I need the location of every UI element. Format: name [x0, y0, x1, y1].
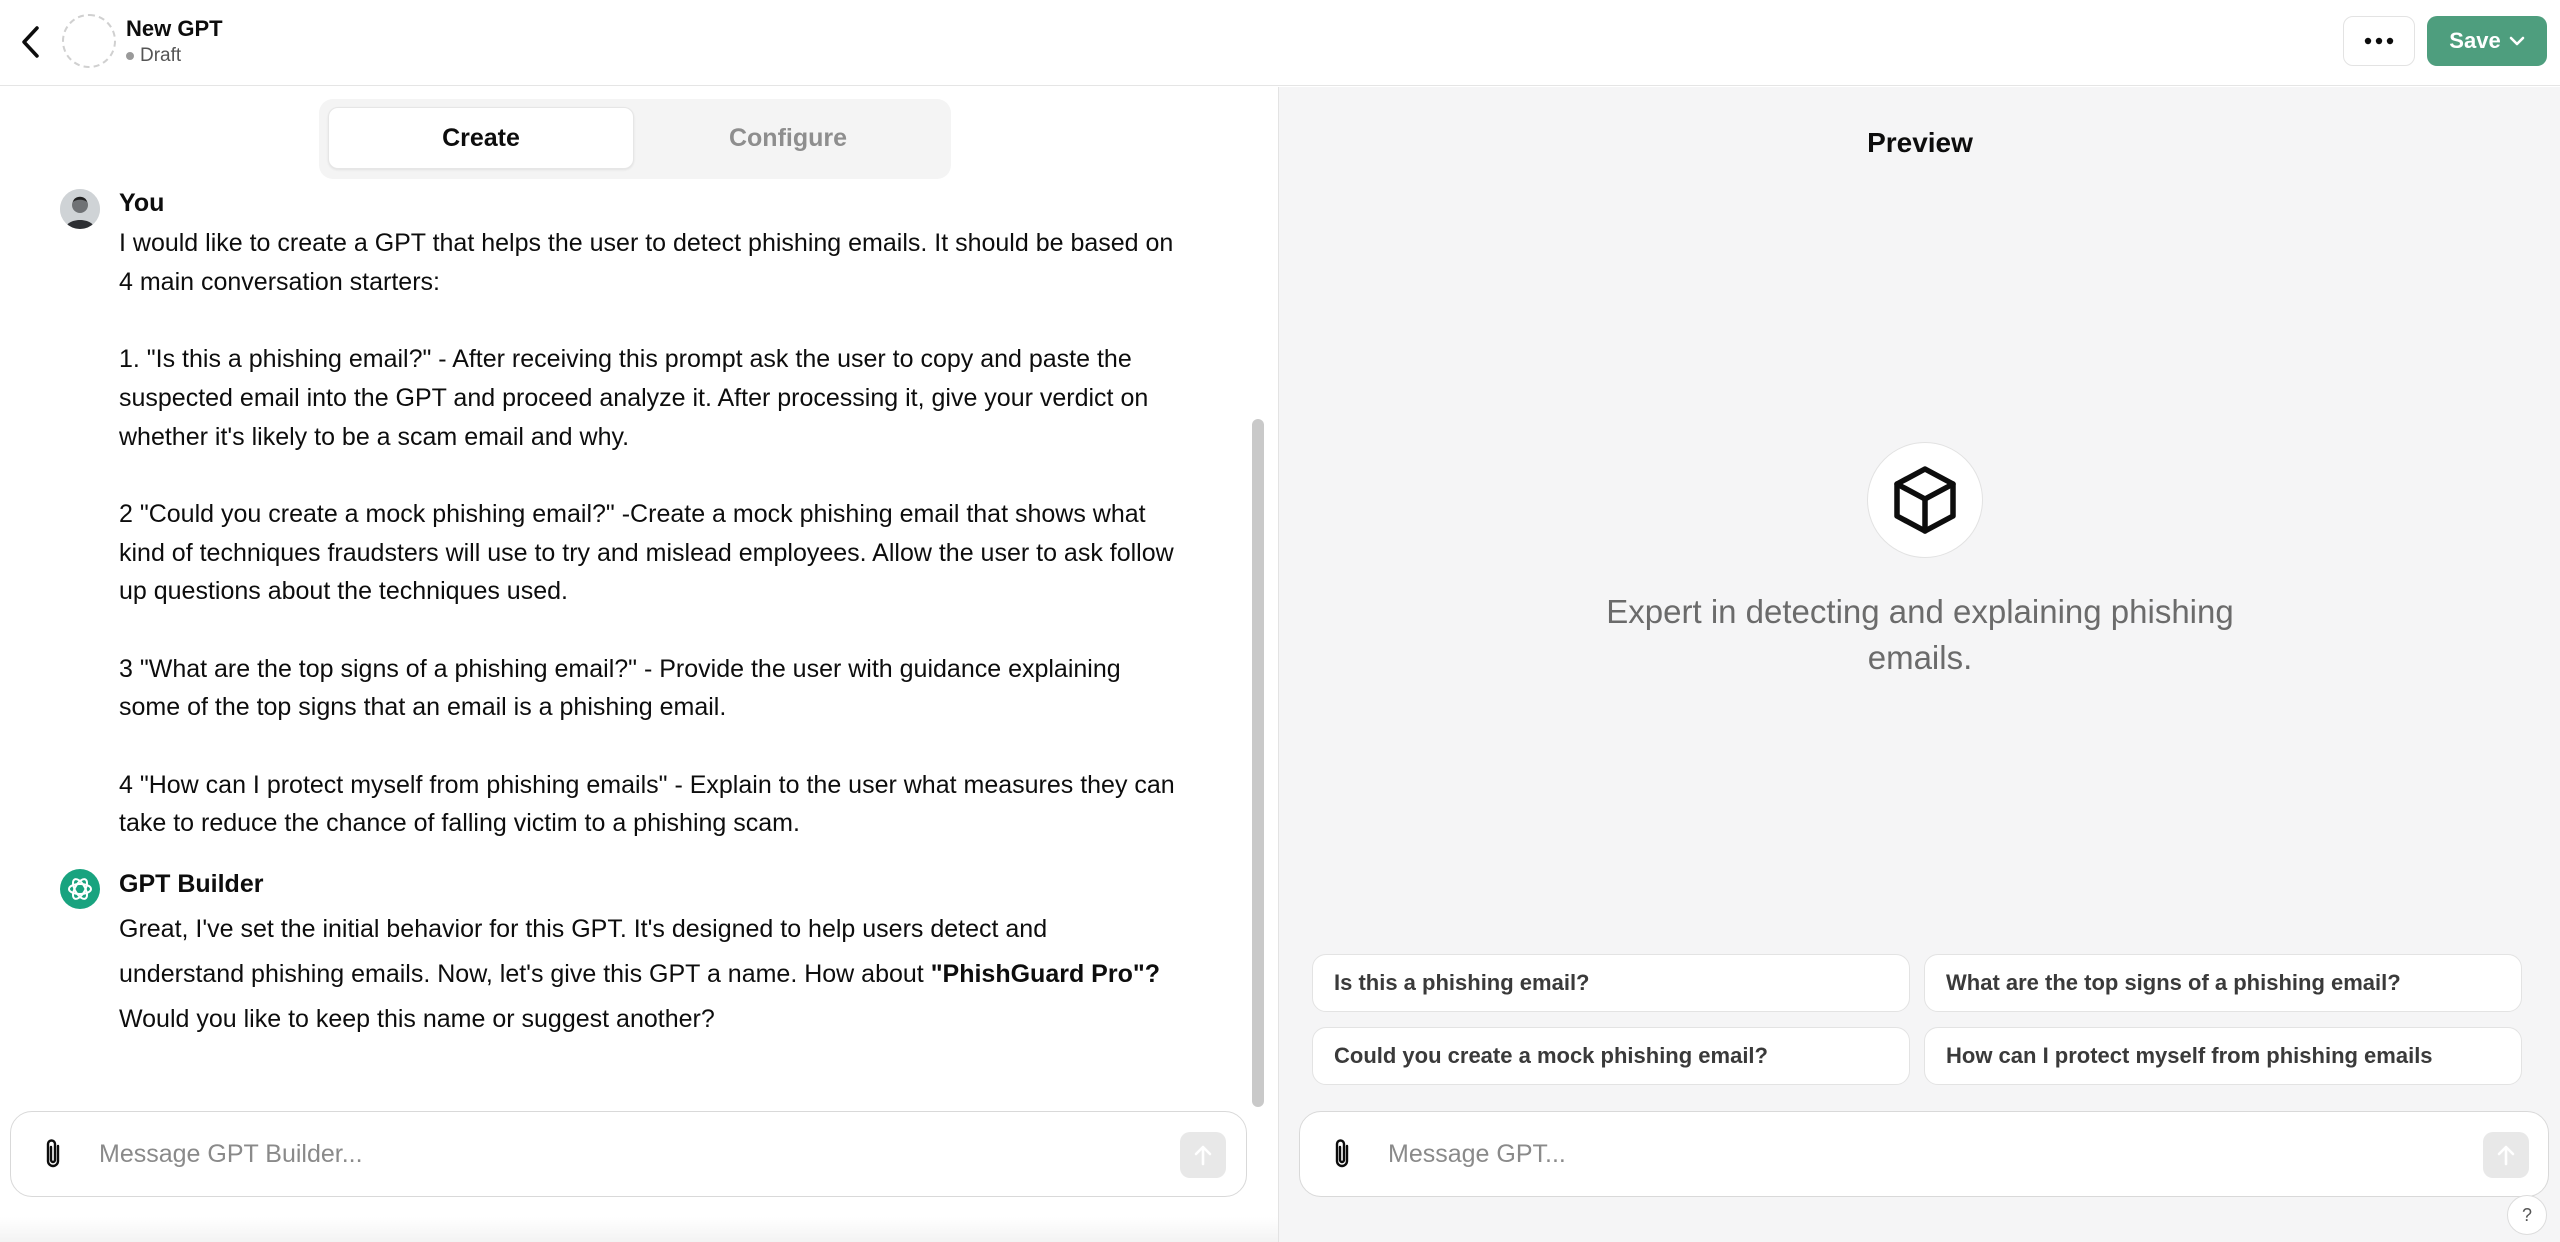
chevron-down-icon	[2509, 36, 2524, 46]
cube-icon	[1894, 466, 1956, 534]
message-author-gpt-builder: GPT Builder	[119, 870, 264, 898]
gpt-avatar-placeholder[interactable]	[62, 14, 116, 68]
attach-file-button[interactable]	[1324, 1134, 1360, 1174]
send-button[interactable]	[1180, 1132, 1226, 1178]
message-gpt-builder-input[interactable]	[99, 1132, 1179, 1176]
preview-pane: Preview Expert in detecting and explaini…	[1278, 87, 2560, 1242]
builder-composer	[10, 1111, 1247, 1197]
more-options-button[interactable]	[2343, 16, 2415, 66]
top-bar: New GPT Draft Save	[0, 0, 2560, 86]
gpt-name: New GPT	[126, 16, 223, 41]
composer-fade	[0, 1217, 1278, 1242]
suggested-gpt-name: "PhishGuard Pro"?	[930, 960, 1160, 988]
status-label: Draft	[140, 45, 182, 66]
user-photo-icon	[60, 189, 100, 229]
openai-logo-icon	[68, 878, 92, 900]
message-paragraph: 3 "What are the top signs of a phishing …	[119, 654, 1121, 722]
tab-configure[interactable]: Configure	[635, 107, 941, 169]
user-avatar	[60, 189, 100, 229]
draft-status: Draft	[126, 45, 181, 67]
builder-pane: Create Configure You I would like to cre…	[0, 87, 1278, 1242]
builder-text-part: Great, I've set the initial behavior for…	[119, 915, 1048, 988]
message-paragraph: 2 "Could you create a mock phishing emai…	[119, 499, 1174, 606]
builder-text-part: Would you like to keep this name or sugg…	[119, 1005, 715, 1033]
save-button-label: Save	[2449, 28, 2501, 53]
help-button[interactable]: ?	[2507, 1195, 2547, 1235]
status-dot-icon	[126, 52, 134, 60]
message-author-you: You	[119, 189, 165, 217]
builder-tabs: Create Configure	[319, 99, 951, 179]
conversation-starter[interactable]: Could you create a mock phishing email?	[1312, 1027, 1910, 1085]
preview-composer	[1299, 1111, 2549, 1197]
ellipsis-icon	[2364, 37, 2394, 45]
paperclip-icon	[1335, 1139, 1349, 1168]
chevron-left-icon	[22, 26, 39, 58]
back-button[interactable]	[14, 22, 48, 62]
gpt-description: Expert in detecting and explaining phish…	[1606, 593, 2234, 676]
message-paragraph: 1. "Is this a phishing email?" - After r…	[119, 345, 1149, 451]
preview-title: Preview	[1867, 127, 1973, 158]
gpt-builder-avatar	[60, 869, 100, 909]
gpt-profile-image	[1867, 442, 1983, 558]
builder-message-text: Great, I've set the initial behavior for…	[119, 907, 1179, 1042]
message-gpt-input[interactable]	[1388, 1132, 2478, 1176]
message-paragraph: 4 "How can I protect myself from phishin…	[119, 770, 1175, 838]
send-button[interactable]	[2483, 1132, 2529, 1178]
save-button[interactable]: Save	[2427, 16, 2547, 66]
arrow-up-icon	[1194, 1145, 1212, 1166]
conversation-starter[interactable]: Is this a phishing email?	[1312, 954, 1910, 1012]
paperclip-icon	[46, 1139, 60, 1168]
tab-create[interactable]: Create	[328, 107, 634, 169]
attach-file-button[interactable]	[35, 1134, 71, 1174]
arrow-up-icon	[2497, 1145, 2515, 1166]
message-paragraph: I would like to create a GPT that helps …	[119, 229, 1174, 296]
user-message-text: I would like to create a GPT that helps …	[119, 224, 1179, 843]
conversation-starter[interactable]: How can I protect myself from phishing e…	[1924, 1027, 2522, 1085]
chat-scrollbar[interactable]	[1252, 419, 1264, 1107]
conversation-starter[interactable]: What are the top signs of a phishing ema…	[1924, 954, 2522, 1012]
